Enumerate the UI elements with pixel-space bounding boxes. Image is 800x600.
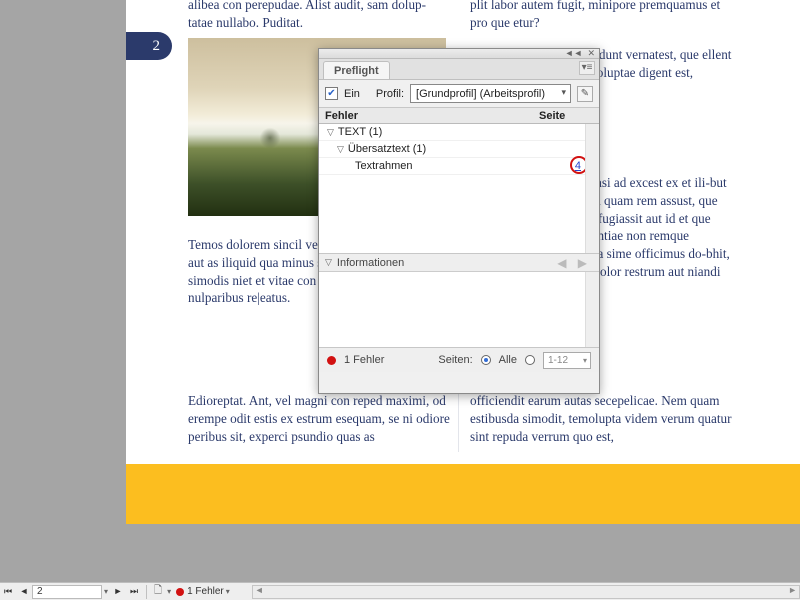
open-doc-dropdown-icon[interactable]: ▾ bbox=[167, 587, 171, 596]
pages-range-select[interactable]: 1-12 bbox=[543, 352, 591, 369]
seiten-label: Seiten: bbox=[438, 354, 472, 366]
panel-titlebar[interactable]: ◄◄ ✕ bbox=[319, 49, 599, 59]
body-text-col1-top: alibea con perepudae. Alist audit, sam d… bbox=[188, 0, 450, 32]
panel-profile-row: ✔ Ein Profil: [Grundprofil] (Arbeitsprof… bbox=[319, 80, 599, 107]
next-page-button[interactable]: ► bbox=[111, 585, 125, 599]
body-text-col2-top: plit labor autem fugit, minipore premqua… bbox=[470, 0, 732, 32]
info-header-label: Informationen bbox=[337, 257, 404, 269]
panel-footer: 1 Fehler Seiten: Alle 1-12 bbox=[319, 348, 599, 372]
column-divider bbox=[458, 392, 459, 452]
triangle-down-icon: ▽ bbox=[327, 127, 334, 138]
ein-checkbox[interactable]: ✔ bbox=[325, 87, 338, 100]
status-bar: ⏮ ◄ 2 ▾ ► ⏭ 🗋 ▾ 1 Fehler ▾ bbox=[0, 582, 800, 600]
pages-all-radio[interactable] bbox=[481, 355, 491, 365]
error-dot-icon bbox=[327, 356, 336, 365]
last-page-button[interactable]: ⏭ bbox=[127, 585, 141, 599]
status-error-dropdown-icon[interactable]: ▾ bbox=[226, 587, 230, 596]
footer-error-count: 1 Fehler bbox=[344, 354, 384, 366]
page-number-badge: 2 bbox=[126, 32, 172, 60]
error-list-header: Fehler Seite bbox=[319, 107, 599, 124]
info-scrollbar[interactable] bbox=[585, 272, 599, 347]
status-error-dot-icon bbox=[176, 588, 184, 596]
info-nav-arrows[interactable]: ◀ ▶ bbox=[557, 256, 591, 270]
error-row-textrahmen[interactable]: Textrahmen 4 bbox=[319, 158, 599, 175]
error-list-scrollbar[interactable] bbox=[585, 124, 599, 253]
body-text-lower2: officiendit earum autas secepelicae. Nem… bbox=[470, 392, 732, 445]
error-row-uebersatz[interactable]: ▽ Übersatztext (1) bbox=[319, 141, 599, 158]
ein-label: Ein bbox=[344, 88, 360, 100]
open-doc-icon[interactable]: 🗋 bbox=[154, 583, 162, 600]
profile-dropdown[interactable]: [Grundprofil] (Arbeitsprofil) bbox=[410, 84, 571, 103]
col-fehler-label: Fehler bbox=[319, 108, 539, 123]
panel-tabbar: Preflight ▾≡ bbox=[319, 59, 599, 80]
col-seite-label: Seite bbox=[539, 108, 599, 123]
profile-dropdown-value: [Grundprofil] (Arbeitsprofil) bbox=[416, 88, 545, 100]
tab-preflight[interactable]: Preflight bbox=[323, 61, 390, 79]
tab-preflight-label: Preflight bbox=[334, 65, 379, 77]
profil-label: Profil: bbox=[376, 88, 404, 100]
profile-edit-button[interactable]: ✎ bbox=[577, 86, 593, 102]
document-canvas: 2 alibea con perepudae. Alist audit, sam… bbox=[0, 0, 800, 580]
panel-menu-button[interactable]: ▾≡ bbox=[579, 61, 595, 75]
body-text-lower1: Edioreptat. Ant, vel magni con reped max… bbox=[188, 392, 450, 445]
pages-all-label: Alle bbox=[499, 354, 517, 366]
first-page-button[interactable]: ⏮ bbox=[1, 585, 15, 599]
prev-page-button[interactable]: ◄ bbox=[17, 585, 31, 599]
page-field-dropdown-icon[interactable]: ▾ bbox=[104, 587, 108, 596]
page-field[interactable]: 2 bbox=[32, 585, 102, 599]
page-number-text: 2 bbox=[153, 38, 161, 55]
page-field-value: 2 bbox=[37, 586, 43, 597]
status-sep bbox=[146, 585, 147, 599]
error-row-text-group[interactable]: ▽ TEXT (1) bbox=[319, 124, 599, 141]
footer-strip bbox=[126, 464, 800, 524]
triangle-down-icon: ▽ bbox=[337, 144, 344, 155]
pages-range-radio[interactable] bbox=[525, 355, 535, 365]
info-header[interactable]: ▽ Informationen ◀ ▶ bbox=[319, 254, 599, 272]
error-list: ▽ TEXT (1) ▽ Übersatztext (1) Textrahmen… bbox=[319, 124, 599, 254]
horizontal-scrollbar[interactable] bbox=[252, 585, 800, 599]
status-error-text: 1 Fehler bbox=[187, 586, 224, 597]
error-row-textrahmen-label: Textrahmen bbox=[355, 160, 412, 172]
info-body bbox=[319, 272, 599, 348]
preflight-panel: ◄◄ ✕ Preflight ▾≡ ✔ Ein Profil: [Grundpr… bbox=[318, 48, 600, 394]
triangle-right-icon: ▽ bbox=[325, 257, 332, 268]
error-row-uebersatz-label: Übersatztext (1) bbox=[348, 143, 426, 155]
error-row-text-label: TEXT (1) bbox=[338, 126, 382, 138]
pages-range-value: 1-12 bbox=[548, 355, 568, 366]
